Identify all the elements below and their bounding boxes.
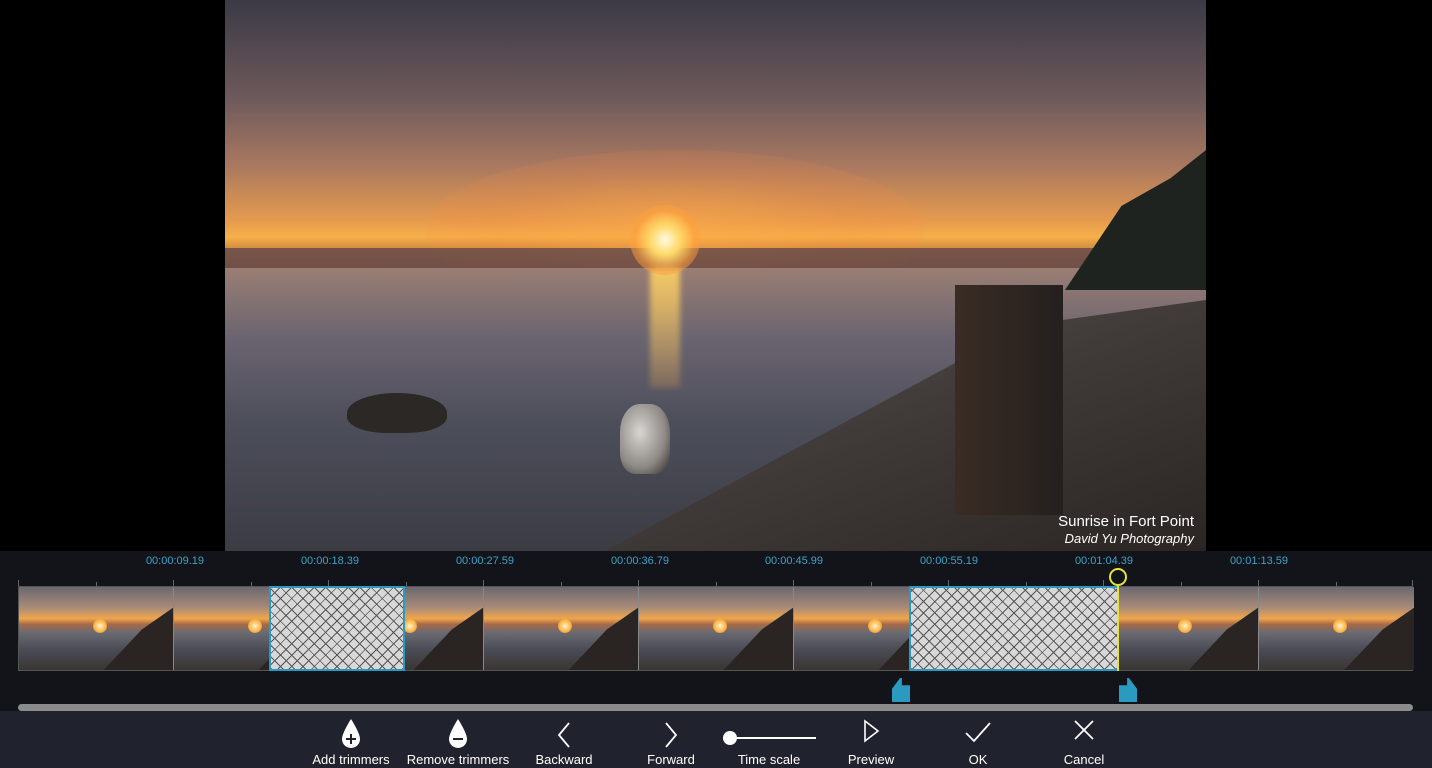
filmstrip-frame (1259, 587, 1414, 670)
seagull (620, 404, 670, 474)
time-scale-thumb[interactable] (723, 731, 737, 745)
timecode-label: 00:00:36.79 (600, 555, 680, 567)
cancel-label: Cancel (1044, 752, 1124, 768)
filmstrip-frame (639, 587, 794, 670)
filmstrip-frame (484, 587, 639, 670)
video-trim-app: Sunrise in Fort Point David Yu Photograp… (0, 0, 1432, 768)
timecode-label: 00:00:55.19 (909, 555, 989, 567)
play-icon (861, 717, 881, 751)
chevron-right-icon (661, 717, 681, 751)
frame-cliff (1189, 608, 1258, 670)
bottom-toolbar: Add trimmers Remove trimmers Backward Fo… (0, 711, 1432, 768)
caption-credit: David Yu Photography (1058, 531, 1194, 547)
trimmed-segment-2[interactable] (909, 586, 1119, 671)
add-trimmer-icon (339, 717, 363, 751)
backward-button[interactable]: Backward (524, 711, 604, 768)
video-preview[interactable]: Sunrise in Fort Point David Yu Photograp… (225, 0, 1206, 551)
cancel-button[interactable]: Cancel (1044, 711, 1124, 768)
trimmer-start-handle[interactable] (892, 678, 910, 702)
filmstrip-frame (1104, 587, 1259, 670)
time-scale-track[interactable] (730, 737, 816, 739)
remove-trimmers-button[interactable]: Remove trimmers (403, 711, 513, 768)
timecode-label: 00:00:09.19 (135, 555, 215, 567)
timeline[interactable]: 00:00:09.19 00:00:18.39 00:00:27.59 00:0… (0, 551, 1432, 711)
timeline-scrollbar[interactable] (18, 704, 1413, 711)
preview-label: Preview (831, 752, 911, 768)
video-caption: Sunrise in Fort Point David Yu Photograp… (1058, 513, 1194, 547)
add-trimmers-label: Add trimmers (305, 752, 397, 768)
forward-button[interactable]: Forward (631, 711, 711, 768)
frame-sun (248, 619, 262, 633)
frame-sun (93, 619, 107, 633)
timecode-label: 00:00:27.59 (445, 555, 525, 567)
filmstrip-frame (19, 587, 174, 670)
remove-trimmers-label: Remove trimmers (403, 752, 513, 768)
playhead-line[interactable] (1117, 586, 1119, 671)
frame-sun (403, 619, 417, 633)
close-icon (1072, 717, 1096, 751)
frame-sun (1178, 619, 1192, 633)
frame-cliff (569, 608, 638, 670)
chevron-left-icon (554, 717, 574, 751)
checkmark-icon (964, 717, 992, 751)
time-scale-label: Time scale (718, 752, 820, 768)
rock (347, 393, 447, 433)
frame-sun (868, 619, 882, 633)
forward-label: Forward (631, 752, 711, 768)
sun (630, 205, 700, 275)
timecode-label: 00:01:13.59 (1219, 555, 1299, 567)
frame-sun (713, 619, 727, 633)
sun-reflection (650, 268, 680, 388)
preview-button[interactable]: Preview (831, 711, 911, 768)
distant-hills (225, 248, 1206, 270)
frame-sun (558, 619, 572, 633)
timecode-label: 00:00:45.99 (754, 555, 834, 567)
frame-cliff (104, 608, 173, 670)
remove-trimmer-icon (446, 717, 470, 751)
playhead-handle[interactable] (1109, 568, 1127, 586)
chain-post (955, 285, 1063, 515)
timecode-label: 00:00:18.39 (290, 555, 370, 567)
cliff (1065, 150, 1206, 290)
caption-title: Sunrise in Fort Point (1058, 513, 1194, 531)
frame-sun (1333, 619, 1347, 633)
timecode-label: 00:01:04.39 (1064, 555, 1144, 567)
backward-label: Backward (524, 752, 604, 768)
frame-cliff (1344, 608, 1414, 670)
add-trimmers-button[interactable]: Add trimmers (305, 711, 397, 768)
trimmed-segment-1[interactable] (269, 586, 405, 671)
ok-label: OK (938, 752, 1018, 768)
frame-cliff (414, 608, 483, 670)
ok-button[interactable]: OK (938, 711, 1018, 768)
filmstrip[interactable] (18, 586, 1413, 671)
trimmer-end-handle[interactable] (1119, 678, 1137, 702)
frame-cliff (724, 608, 793, 670)
